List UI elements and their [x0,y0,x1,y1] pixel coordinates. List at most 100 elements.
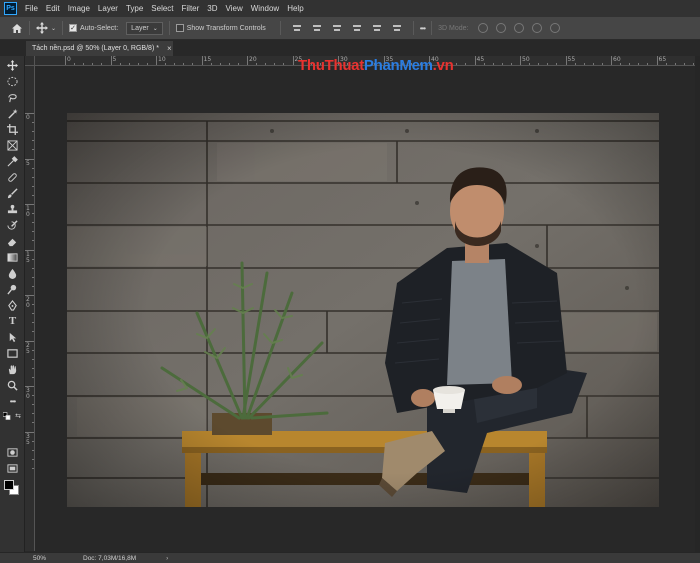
auto-select-target-dropdown[interactable]: Layer ⌄ [126,21,163,35]
brush-tool-icon[interactable] [6,187,19,200]
3d-scale-icon[interactable] [550,23,561,33]
align-vertical-centers-icon[interactable] [312,23,322,33]
ruler-tick [565,56,567,65]
checkbox-checked-icon[interactable]: ✓ [69,24,78,32]
clone-stamp-icon[interactable] [6,203,19,216]
ruler-top-label: 50 [522,56,530,63]
dropdown-value: Layer [131,24,149,32]
ruler-left-label: 3 5 [26,432,30,446]
3d-mode-label: 3D Mode: [438,24,469,32]
menu-select[interactable]: Select [151,4,173,13]
ruler-tick [25,340,34,342]
more-options-button[interactable]: ••• [420,24,426,33]
ruler-tick [520,56,521,65]
home-icon[interactable] [11,23,23,34]
rectangle-tool-icon[interactable] [6,347,19,360]
separator [62,21,64,35]
ruler-tick [25,113,34,114]
document-image[interactable] [67,113,659,507]
screen-mode-icon[interactable] [6,462,19,475]
default-colors-icon[interactable] [3,411,11,420]
document-tab-bar: Tách nền.psd @ 50% (Layer 0, RGB/8) * × [0,41,700,56]
chevron-down-icon: ⌄ [51,25,57,32]
auto-select-checkbox[interactable]: ✓ Auto-Select: [69,24,118,32]
menu-help[interactable]: Help [287,4,303,13]
checkbox-unchecked-icon[interactable] [175,24,184,32]
ruler-tick [247,56,248,65]
align-top-edges-icon[interactable] [292,23,302,33]
close-icon[interactable]: × [167,44,172,53]
eyedropper-tool-icon[interactable] [6,155,19,168]
blur-tool-icon[interactable] [6,267,19,280]
menu-edit[interactable]: Edit [46,4,60,13]
separator [412,21,414,35]
foreground-color-swatch[interactable] [4,480,14,490]
zoom-level[interactable]: 50% [33,555,73,562]
status-bar: 50% Doc: 7,03M/16,8M › [0,552,700,563]
show-transform-controls-checkbox[interactable]: Show Transform Controls [175,24,266,32]
ruler-top-label: 60 [613,56,621,63]
ruler-tick [292,56,294,65]
move-tool-icon[interactable] [6,59,19,72]
history-brush-icon[interactable] [6,219,19,232]
menu-type[interactable]: Type [126,4,143,13]
auto-select-label: Auto-Select: [80,24,119,32]
watermark-logo: ThuThuatPhanMem.vn [298,57,454,74]
ruler-tick [25,204,34,205]
vertical-scrollbar[interactable] [695,56,700,552]
menu-file[interactable]: File [25,4,38,13]
type-tool-icon[interactable]: T [6,315,19,328]
healing-brush-icon[interactable] [6,171,19,184]
document-tab-title: Tách nền.psd @ 50% (Layer 0, RGB/8) * [32,45,159,52]
document-tab[interactable]: Tách nền.psd @ 50% (Layer 0, RGB/8) * × [26,41,173,56]
chevron-down-icon: ⌄ [152,25,158,32]
ruler-left-label: 1 5 [26,250,30,264]
separator [29,21,30,35]
menu-3d[interactable]: 3D [207,4,217,13]
ruler-left-label: 5 [26,159,30,167]
swap-colors-icon[interactable]: ⇆ [14,412,22,420]
lasso-tool-icon[interactable] [6,91,19,104]
ruler-tick [156,56,157,65]
align-bottom-edges-icon[interactable] [332,23,342,33]
3d-orbit-icon[interactable] [478,23,489,33]
ruler-tick [25,249,34,251]
chevron-right-icon[interactable]: › [166,555,168,562]
vertical-ruler[interactable]: 0 5 1 0 1 5 2 0 2 5 3 0 3 5 [25,66,35,551]
dodge-tool-icon[interactable] [6,283,19,296]
align-horizontal-centers-icon[interactable] [372,23,382,33]
watermark-part-b: PhanMem [363,57,433,74]
align-right-edges-icon[interactable] [392,23,402,33]
watermark-part-a: ThuThuat [298,57,364,74]
eraser-tool-icon[interactable] [6,235,19,248]
ruler-tick [65,56,66,65]
menu-layer[interactable]: Layer [98,4,118,13]
menu-bar: Ps File Edit Image Layer Type Select Fil… [0,0,700,17]
ruler-left-label: 2 0 [26,296,30,309]
frame-tool-icon[interactable] [6,139,19,152]
photo-man-on-bench [67,113,659,507]
crop-tool-icon[interactable] [6,123,19,136]
menu-filter[interactable]: Filter [182,4,200,13]
3d-roll-icon[interactable] [496,23,507,33]
menu-image[interactable]: Image [68,4,90,13]
menu-view[interactable]: View [226,4,243,13]
quick-mask-icon[interactable] [6,446,19,459]
more-tools-icon[interactable]: ••• [6,395,19,408]
move-tool-preset-icon[interactable]: ⌄ [36,22,56,34]
align-left-edges-icon[interactable] [352,23,362,33]
marquee-tool-icon[interactable] [6,75,19,88]
pen-tool-icon[interactable] [6,299,19,312]
ruler-tick [25,386,34,387]
3d-pan-icon[interactable] [514,23,525,33]
menu-window[interactable]: Window [251,4,279,13]
gradient-tool-icon[interactable] [6,251,19,264]
zoom-tool-icon[interactable] [6,379,19,392]
ruler-left-label: 2 5 [26,341,30,355]
magic-wand-tool-icon[interactable] [6,107,19,120]
3d-slide-icon[interactable] [532,23,543,33]
ruler-origin[interactable] [25,56,35,66]
hand-tool-icon[interactable] [6,363,19,376]
path-selection-icon[interactable] [6,331,19,344]
tools-panel: T ••• ⇆ [0,56,25,552]
